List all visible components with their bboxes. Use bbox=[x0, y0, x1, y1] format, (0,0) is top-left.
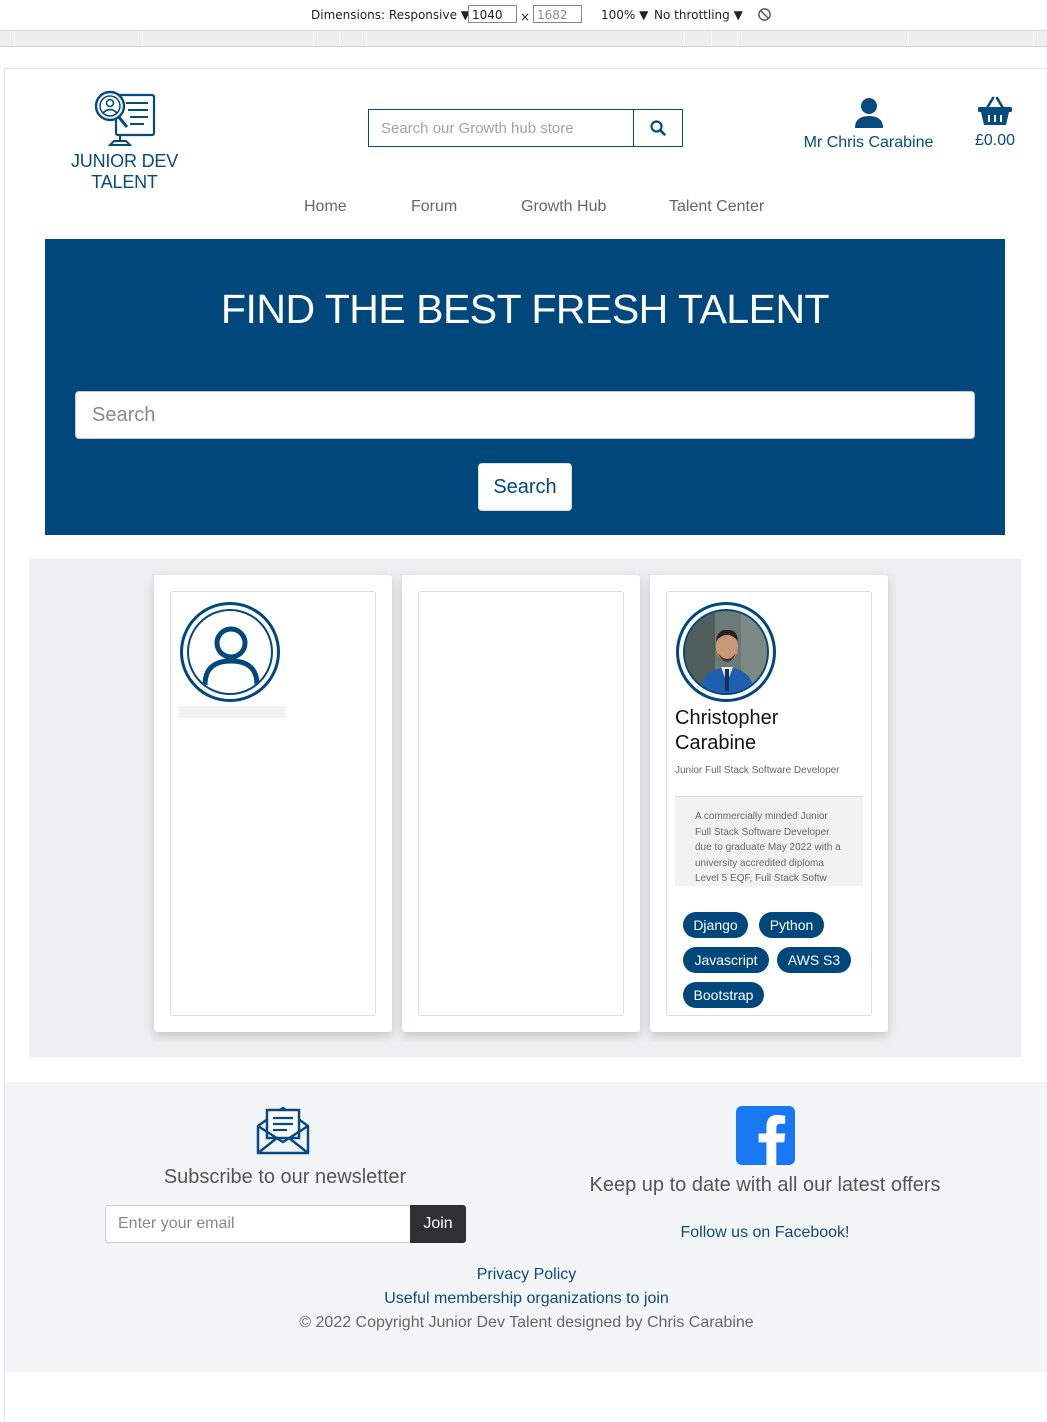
hero-banner: FIND THE BEST FRESH TALENT Search bbox=[45, 239, 1005, 535]
privacy-policy-link[interactable]: Privacy Policy bbox=[5, 1263, 1047, 1287]
newsletter-form: Join bbox=[105, 1205, 466, 1243]
skill-badge: Bootstrap bbox=[683, 982, 764, 1008]
basket-total: £0.00 bbox=[974, 132, 1016, 149]
talent-search-logo-icon bbox=[94, 90, 155, 146]
talent-card-body bbox=[418, 591, 624, 1016]
width-input[interactable]: 1040 bbox=[468, 5, 517, 23]
hero-title: FIND THE BEST FRESH TALENT bbox=[220, 286, 830, 332]
site-logo[interactable]: JUNIOR DEV TALENT bbox=[37, 89, 212, 193]
newsletter-envelope-icon bbox=[256, 1106, 310, 1155]
person-role: Junior Full Stack Software Developer bbox=[675, 765, 840, 776]
account-menu[interactable]: Mr Chris Carabine bbox=[801, 97, 936, 152]
skill-badge: Django bbox=[683, 912, 748, 938]
zoom-dropdown[interactable]: 100% ▼ bbox=[601, 8, 648, 22]
site-footer: Subscribe to our newsletter Join Keep up… bbox=[5, 1082, 1047, 1372]
devtools-toolbar: Dimensions: Responsive ▼ 1040 × 1682 100… bbox=[0, 0, 1047, 31]
talent-cards-section: Christopher Carabine Junior Full Stack S… bbox=[29, 559, 1021, 1057]
rotate-icon[interactable] bbox=[757, 7, 772, 25]
basket-link[interactable]: £0.00 bbox=[965, 95, 1025, 150]
talent-card-body bbox=[170, 591, 376, 1016]
shopping-basket-icon bbox=[978, 96, 1012, 125]
avatar bbox=[180, 602, 280, 702]
media-query-ruler[interactable] bbox=[0, 31, 1047, 47]
talent-card-body: Christopher Carabine Junior Full Stack S… bbox=[666, 591, 872, 1016]
main-nav: Home Forum Growth Hub Talent Center bbox=[5, 198, 1047, 218]
talent-card-christopher[interactable]: Christopher Carabine Junior Full Stack S… bbox=[650, 575, 888, 1032]
logo-text: JUNIOR DEV TALENT bbox=[70, 151, 178, 192]
person-name: Christopher Carabine bbox=[675, 707, 779, 754]
talent-card[interactable] bbox=[154, 575, 392, 1032]
skill-badge: Javascript bbox=[683, 947, 769, 973]
store-search-form bbox=[368, 109, 683, 147]
profile-photo bbox=[685, 611, 767, 693]
copyright-text: © 2022 Copyright Junior Dev Talent desig… bbox=[299, 1314, 754, 1331]
nav-talent-center[interactable]: Talent Center bbox=[669, 198, 764, 216]
join-button[interactable]: Join bbox=[410, 1205, 466, 1243]
name-placeholder bbox=[179, 706, 285, 718]
dimensions-dropdown[interactable]: Dimensions: Responsive ▼ bbox=[311, 8, 470, 22]
times-sign: × bbox=[520, 10, 531, 24]
default-user-icon bbox=[202, 626, 260, 686]
footer-links: Privacy Policy Useful membership organiz… bbox=[5, 1263, 1047, 1335]
talent-search-button[interactable]: Search bbox=[478, 463, 572, 511]
newsletter-title: Subscribe to our newsletter bbox=[163, 1166, 407, 1188]
search-icon bbox=[650, 120, 666, 136]
store-search-button[interactable] bbox=[633, 110, 682, 146]
skill-badge: Python bbox=[759, 912, 824, 938]
facebook-link[interactable]: Follow us on Facebook! bbox=[565, 1224, 965, 1242]
talent-card[interactable] bbox=[402, 575, 640, 1032]
membership-link[interactable]: Useful membership organizations to join bbox=[5, 1287, 1047, 1311]
throttling-dropdown[interactable]: No throttling ▼ bbox=[654, 8, 743, 22]
height-input[interactable]: 1682 bbox=[533, 5, 582, 23]
user-icon bbox=[854, 98, 883, 128]
nav-growth-hub[interactable]: Growth Hub bbox=[521, 198, 606, 216]
store-search-input[interactable] bbox=[369, 110, 633, 146]
talent-search-input[interactable] bbox=[75, 391, 975, 439]
page-viewport: JUNIOR DEV TALENT Mr Chris Carabine £0.0… bbox=[4, 68, 1047, 1422]
person-bio: A commercially minded Junior Full Stack … bbox=[675, 796, 863, 886]
account-name: Mr Chris Carabine bbox=[803, 134, 934, 151]
newsletter-email-input[interactable] bbox=[105, 1205, 410, 1243]
skill-badge: AWS S3 bbox=[777, 947, 851, 973]
nav-forum[interactable]: Forum bbox=[411, 198, 457, 216]
nav-home[interactable]: Home bbox=[304, 198, 347, 216]
avatar bbox=[676, 602, 776, 702]
facebook-icon[interactable] bbox=[736, 1106, 795, 1165]
social-title: Keep up to date with all our latest offe… bbox=[589, 1174, 941, 1196]
